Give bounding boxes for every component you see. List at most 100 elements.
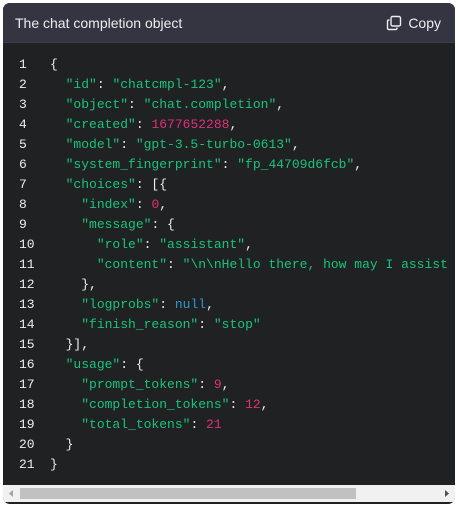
line-code: "content": "\n\nHello there, how may I a… — [50, 255, 455, 275]
horizontal-scrollbar[interactable] — [3, 485, 455, 502]
code-line: 19 "total_tokens": 21 — [3, 415, 455, 435]
line-number: 19 — [19, 417, 35, 432]
code-line: 11 "content": "\n\nHello there, how may … — [3, 255, 455, 275]
code-token: : { — [151, 217, 175, 232]
code-token: , — [159, 197, 168, 212]
code-token: , — [221, 377, 230, 392]
line-code: "id": "chatcmpl-123", — [50, 75, 230, 95]
triangle-left-icon[interactable] — [3, 485, 20, 502]
code-token: "chatcmpl-123" — [112, 77, 222, 92]
code-content: 1{2 "id": "chatcmpl-123", 3 "object": "ch… — [3, 55, 455, 479]
code-line: 2 "id": "chatcmpl-123", — [3, 75, 455, 95]
code-line: 20 } — [3, 435, 455, 455]
code-token: , — [221, 77, 230, 92]
line-number: 8 — [19, 197, 27, 212]
code-token: : — [120, 137, 136, 152]
code-token: } — [50, 457, 58, 472]
line-code: "object": "chat.completion", — [50, 95, 284, 115]
code-token: }, — [50, 277, 97, 292]
code-line: 14 "finish_reason": "stop" — [3, 315, 455, 335]
code-token: "completion_tokens" — [81, 397, 230, 412]
code-token: "\n\nHello there, how may I assist you t… — [182, 257, 448, 272]
line-code: "prompt_tokens": 9, — [50, 375, 229, 395]
line-number: 11 — [19, 257, 35, 272]
code-token: : — [198, 317, 214, 332]
copy-button[interactable]: Copy — [386, 13, 441, 33]
code-token: "content" — [96, 257, 168, 272]
line-code: "choices": [{ — [50, 175, 167, 195]
code-token: : { — [120, 357, 144, 372]
code-token: : — [96, 77, 113, 92]
code-token: , — [276, 97, 285, 112]
code-token: "finish_reason" — [81, 317, 199, 332]
code-line: 12 }, — [3, 275, 455, 295]
line-number: 13 — [19, 297, 35, 312]
line-number: 20 — [19, 437, 35, 452]
code-token: "system_fingerprint" — [65, 157, 222, 172]
code-line: 9 "message": { — [3, 215, 455, 235]
line-code: { — [50, 55, 58, 75]
code-line: 13 "logprobs": null, — [3, 295, 455, 315]
line-code: } — [50, 455, 58, 475]
code-token: "usage" — [65, 357, 121, 372]
line-number: 14 — [19, 317, 35, 332]
code-token: }], — [50, 337, 90, 352]
code-line: 10 "role": "assistant", — [3, 235, 455, 255]
code-block-title: The chat completion object — [15, 15, 183, 31]
line-code: "system_fingerprint": "fp_44709d6fcb", — [50, 155, 362, 175]
code-token: "index" — [81, 197, 136, 212]
code-token: "created" — [65, 117, 136, 132]
code-token: : — [229, 397, 246, 412]
code-line: 17 "prompt_tokens": 9, — [3, 375, 455, 395]
line-code: "total_tokens": 21 — [50, 415, 221, 435]
copy-button-label: Copy — [408, 15, 441, 31]
line-number: 21 — [19, 457, 35, 472]
code-line: 7 "choices": [{ — [3, 175, 455, 195]
line-code: "index": 0, — [50, 195, 167, 215]
code-token: "gpt-3.5-turbo-0613" — [135, 137, 292, 152]
code-token: "total_tokens" — [81, 417, 191, 432]
code-token: "choices" — [65, 177, 136, 192]
line-code: "created": 1677652288, — [50, 115, 238, 135]
triangle-right-icon[interactable] — [438, 485, 455, 502]
line-code: "model": "gpt-3.5-turbo-0613", — [50, 135, 300, 155]
scrollbar-thumb[interactable] — [20, 488, 356, 499]
line-number: 18 — [19, 397, 35, 412]
code-token: , — [206, 297, 214, 312]
code-token: null — [174, 297, 207, 312]
code-token: 12 — [245, 397, 261, 412]
code-line: 21} — [3, 455, 455, 475]
code-token: 1677652288 — [151, 117, 230, 132]
line-number: 4 — [19, 117, 27, 132]
code-token: "id" — [65, 77, 97, 92]
line-code: "logprobs": null, — [50, 295, 214, 315]
code-token: "object" — [65, 97, 129, 112]
code-line: 3 "object": "chat.completion", — [3, 95, 455, 115]
code-token: , — [260, 397, 269, 412]
code-token: : — [190, 417, 207, 432]
code-token: "assistant" — [159, 237, 246, 252]
code-token: : — [198, 377, 214, 392]
code-token: : — [159, 297, 175, 312]
code-token: 9 — [213, 377, 222, 392]
code-line: 5 "model": "gpt-3.5-turbo-0613", — [3, 135, 455, 155]
code-line: 1{ — [3, 55, 455, 75]
code-token: : [{ — [135, 177, 168, 192]
line-number: 9 — [19, 217, 27, 232]
line-code: "role": "assistant", — [50, 235, 253, 255]
code-token: "model" — [65, 137, 121, 152]
code-token: "role" — [96, 237, 144, 252]
line-number: 3 — [19, 97, 27, 112]
